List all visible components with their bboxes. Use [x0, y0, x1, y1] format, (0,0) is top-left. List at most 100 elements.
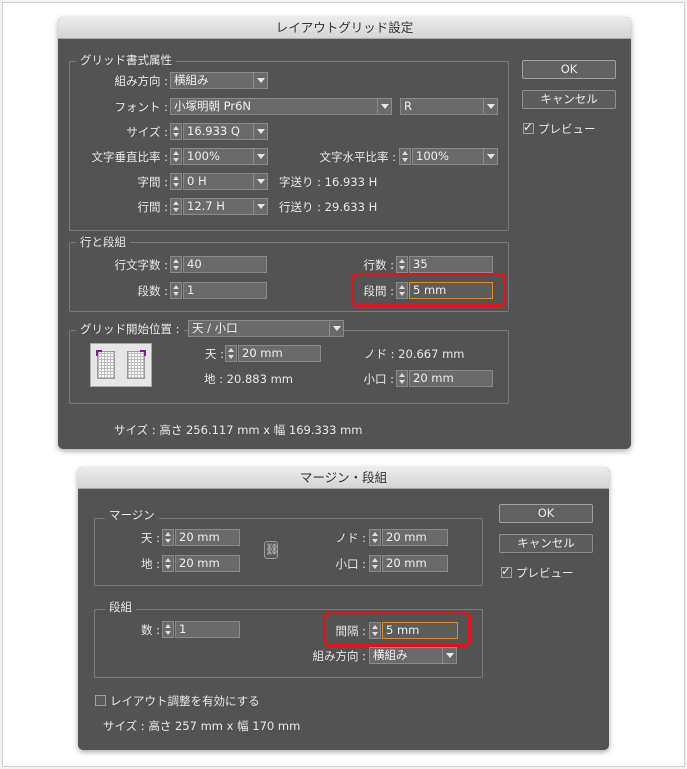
column-direction-value: 横組み	[373, 648, 408, 662]
inside-field[interactable]: 20 mm	[382, 529, 448, 546]
top-margin-field[interactable]: 20 mm	[238, 345, 321, 362]
lines-label: 行数 :	[363, 258, 394, 272]
column-number-stepper[interactable]	[162, 621, 174, 638]
layout-grid-dialog: レイアウトグリッド設定 グリッド書式属性 組み方向 : 横組み フォント : 小…	[58, 17, 631, 449]
column-number-label: 数 :	[140, 623, 160, 637]
font-family-value: 小塚明朝 Pr6N	[174, 99, 252, 113]
column-direction-select[interactable]: 横組み	[369, 647, 457, 664]
grid-format-title: グリッド書式属性	[76, 53, 176, 67]
char-space-combo[interactable]: 0 H	[183, 173, 268, 190]
chevron-down-icon	[253, 73, 267, 88]
top-stepper[interactable]	[162, 529, 174, 546]
chars-per-line-stepper[interactable]	[170, 256, 182, 273]
horizontal-scale-value: 100%	[416, 149, 449, 163]
column-direction-label: 組み方向 :	[312, 649, 366, 663]
inside-stepper[interactable]	[369, 529, 381, 546]
vertical-scale-combo[interactable]: 100%	[183, 148, 268, 165]
lines-stepper[interactable]	[396, 256, 408, 273]
outside-margin-stepper[interactable]	[396, 370, 408, 387]
top-label: 天 :	[140, 531, 160, 545]
line-space-combo[interactable]: 12.7 H	[183, 198, 268, 215]
char-space-value: 0 H	[187, 174, 207, 188]
char-space-stepper[interactable]	[170, 173, 182, 190]
horizontal-scale-stepper[interactable]	[399, 148, 411, 165]
grid-start-preview-icon	[90, 343, 152, 387]
inside-label: ノド :	[335, 531, 366, 545]
size-value: 16.933 Q	[187, 124, 240, 138]
column-number-field[interactable]: 1	[175, 621, 240, 638]
size-summary: サイズ : 高さ 257 mm x 幅 170 mm	[103, 719, 301, 733]
check-icon: ✓	[501, 564, 512, 578]
checkbox-icon: ✓	[523, 120, 534, 134]
columns-field[interactable]: 1	[183, 282, 267, 299]
columns-title: 段組	[105, 600, 136, 614]
corner-mark-left	[96, 350, 102, 356]
line-space-label: 行間 :	[137, 200, 168, 214]
chevron-down-icon	[442, 648, 456, 663]
ok-button[interactable]: OK	[522, 60, 616, 79]
chars-per-line-field[interactable]: 40	[183, 256, 267, 273]
checkbox-icon	[95, 695, 106, 706]
chevron-down-icon	[253, 124, 267, 139]
bottom-label: 地 :	[140, 557, 160, 571]
columns-stepper[interactable]	[170, 282, 182, 299]
font-label: フォント :	[114, 100, 168, 114]
chevron-down-icon	[329, 321, 343, 336]
char-space-label: 字間 :	[137, 175, 168, 189]
cancel-button[interactable]: キャンセル	[522, 90, 616, 109]
direction-value: 横組み	[174, 73, 209, 87]
chevron-down-icon	[253, 199, 267, 214]
top-margin-stepper[interactable]	[225, 345, 237, 362]
line-space-value: 12.7 H	[187, 199, 225, 213]
link-chain-icon[interactable]: ⛓	[264, 541, 279, 559]
layout-adjust-label: レイアウト調整を有効にする	[110, 694, 260, 708]
bottom-stepper[interactable]	[162, 555, 174, 572]
size-label: サイズ :	[126, 125, 168, 139]
direction-label: 組み方向 :	[114, 74, 168, 88]
bottom-field[interactable]: 20 mm	[175, 555, 240, 572]
chevron-down-icon	[253, 174, 267, 189]
char-pitch-text: 字送り : 16.933 H	[279, 175, 378, 189]
chevron-down-icon	[483, 99, 497, 114]
outside-field[interactable]: 20 mm	[382, 555, 448, 572]
corner-mark-right	[140, 350, 146, 356]
inside-margin-text: ノド : 20.667 mm	[364, 347, 465, 361]
margins-title: マージン	[105, 508, 159, 522]
bottom-margin-text: 地 : 20.883 mm	[204, 372, 293, 386]
dialog-title: レイアウトグリッド設定	[58, 17, 631, 39]
lines-field[interactable]: 35	[409, 256, 493, 273]
size-stepper[interactable]	[170, 123, 182, 140]
outside-stepper[interactable]	[369, 555, 381, 572]
cancel-button[interactable]: キャンセル	[499, 534, 593, 553]
preview-checkbox[interactable]: ✓ プレビュー	[523, 120, 596, 137]
outside-label: 小口 :	[335, 557, 366, 571]
gutter-highlight	[323, 611, 471, 647]
lines-columns-title: 行と段組	[76, 235, 130, 249]
grid-start-select[interactable]: 天 / 小口	[188, 320, 344, 337]
chevron-down-icon	[377, 99, 391, 114]
vertical-scale-stepper[interactable]	[170, 148, 182, 165]
horizontal-scale-combo[interactable]: 100%	[412, 148, 498, 165]
line-space-stepper[interactable]	[170, 198, 182, 215]
outside-margin-label: 小口 :	[363, 372, 394, 386]
size-summary: サイズ : 高さ 256.117 mm x 幅 169.333 mm	[114, 423, 363, 437]
outside-margin-field[interactable]: 20 mm	[409, 370, 493, 387]
vertical-scale-value: 100%	[187, 149, 220, 163]
top-field[interactable]: 20 mm	[175, 529, 240, 546]
font-style-select[interactable]: R	[400, 98, 498, 115]
preview-label: プレビュー	[516, 566, 574, 580]
vertical-scale-label: 文字垂直比率 :	[91, 150, 168, 164]
chars-per-line-label: 行文字数 :	[114, 258, 168, 272]
direction-select[interactable]: 横組み	[170, 72, 268, 89]
chevron-down-icon	[483, 149, 497, 164]
font-family-select[interactable]: 小塚明朝 Pr6N	[170, 98, 392, 115]
check-icon: ✓	[523, 120, 534, 134]
line-pitch-text: 行送り : 29.633 H	[279, 200, 378, 214]
grid-start-title: グリッド開始位置 :	[76, 322, 184, 336]
size-combo[interactable]: 16.933 Q	[183, 123, 268, 140]
grid-start-value: 天 / 小口	[192, 321, 238, 335]
ok-button[interactable]: OK	[499, 504, 593, 523]
preview-checkbox[interactable]: ✓ プレビュー	[501, 564, 574, 581]
margins-columns-dialog: マージン・段組 マージン 天 : 20 mm 地 : 20 mm ⛓ ノド : …	[78, 467, 609, 750]
layout-adjust-checkbox[interactable]: レイアウト調整を有効にする	[95, 693, 260, 709]
